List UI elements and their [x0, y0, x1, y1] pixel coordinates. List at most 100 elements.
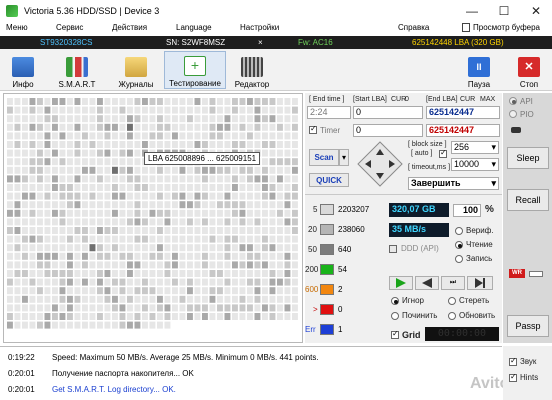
- quick-button[interactable]: QUICK: [309, 173, 349, 187]
- erase-radio[interactable]: [448, 297, 456, 305]
- menu-item-settings[interactable]: Настройки: [240, 23, 279, 32]
- end-max-label[interactable]: MAX: [480, 96, 495, 103]
- map-block: [22, 115, 28, 123]
- map-block: [194, 132, 201, 140]
- map-block: [284, 115, 291, 123]
- strip-close-icon[interactable]: ×: [258, 38, 263, 47]
- sound-checkbox[interactable]: [509, 356, 517, 366]
- map-block: [157, 252, 163, 260]
- maximize-icon[interactable]: ☐: [488, 0, 520, 22]
- map-block: [97, 149, 103, 157]
- map-block: [14, 184, 21, 191]
- logs-button[interactable]: Журналы: [116, 51, 156, 89]
- verify-radio[interactable]: [455, 227, 463, 235]
- menu-item-service[interactable]: Сервис: [56, 23, 83, 32]
- map-block: [112, 227, 118, 234]
- map-block: [37, 192, 43, 200]
- passport-button[interactable]: Passp: [507, 315, 549, 337]
- log-row: 0:19:22 Speed: Maximum 50 MB/s. Average …: [0, 350, 502, 364]
- play-button[interactable]: [389, 276, 413, 290]
- map-block: [89, 184, 96, 191]
- map-block: [112, 175, 118, 183]
- recall-button[interactable]: Recall: [507, 189, 549, 211]
- ddd-api-checkbox[interactable]: [389, 245, 397, 253]
- menu-bar: Меню Сервис Действия Language Настройки …: [0, 22, 552, 36]
- minimize-icon[interactable]: —: [456, 0, 488, 22]
- back-button[interactable]: [415, 276, 439, 290]
- clipboard-view-button[interactable]: Просмотр буфера: [462, 23, 540, 32]
- close-icon[interactable]: ✕: [520, 0, 552, 22]
- map-block: [89, 175, 96, 183]
- finish-action-select[interactable]: Завершить ▾: [408, 177, 499, 190]
- ignore-radio[interactable]: [391, 297, 399, 305]
- scan-button[interactable]: Scan: [309, 149, 339, 166]
- block-size-select[interactable]: 256 ▾: [451, 141, 499, 154]
- map-block: [89, 218, 96, 226]
- end-cur-label[interactable]: CUR: [460, 96, 475, 103]
- pio-radio[interactable]: [509, 110, 517, 118]
- map-block: [119, 115, 126, 123]
- start-cur-label[interactable]: CUR: [391, 96, 406, 103]
- map-block: [29, 123, 36, 131]
- map-block: [187, 218, 193, 226]
- stat-color-box: [320, 284, 334, 295]
- map-block: [112, 123, 118, 131]
- api-radio[interactable]: [509, 97, 517, 105]
- map-block: [232, 175, 238, 183]
- log-message: Получение паспорта накопителя... OK: [52, 368, 194, 378]
- timer-checkbox[interactable]: [309, 124, 317, 134]
- skip-button[interactable]: ⏭: [441, 276, 465, 290]
- map-block: [29, 175, 36, 183]
- map-block: [217, 98, 223, 105]
- map-block: [149, 166, 156, 174]
- map-block: [247, 227, 253, 234]
- write-radio[interactable]: [455, 255, 463, 263]
- menu-item-menu[interactable]: Меню: [6, 23, 28, 32]
- map-block: [202, 270, 208, 277]
- map-block: [164, 166, 171, 174]
- map-block: [74, 123, 81, 131]
- end-lba-field[interactable]: 625142447: [426, 106, 500, 119]
- map-block: [44, 123, 51, 131]
- map-block: [209, 235, 216, 243]
- end-button[interactable]: [467, 276, 493, 290]
- map-block: [224, 98, 231, 105]
- hints-checkbox[interactable]: [509, 372, 517, 382]
- read-radio[interactable]: [455, 241, 463, 249]
- repair-radio[interactable]: [391, 312, 399, 320]
- map-block: [82, 244, 88, 252]
- direction-pad[interactable]: [357, 141, 403, 187]
- surface-map[interactable]: LBA 625008896 ... 625009151: [3, 93, 303, 343]
- editor-button[interactable]: Редактор: [232, 51, 272, 89]
- map-block: [202, 209, 208, 217]
- map-block: [262, 313, 268, 320]
- map-block: [194, 235, 201, 243]
- stop-button[interactable]: ✕ Стоп: [512, 51, 546, 89]
- timeout-select[interactable]: 10000 ▾: [451, 158, 499, 171]
- grid-checkbox[interactable]: [391, 329, 399, 339]
- write-switch[interactable]: [529, 271, 543, 277]
- pause-button[interactable]: II Пауза: [462, 51, 496, 89]
- sleep-button[interactable]: Sleep: [507, 147, 549, 169]
- block-size-auto-checkbox[interactable]: [439, 148, 447, 158]
- end-time-field[interactable]: 2:24: [307, 106, 351, 119]
- menu-item-actions[interactable]: Действия: [112, 23, 147, 32]
- map-block: [104, 227, 111, 234]
- stat-count: 238060: [338, 225, 365, 234]
- timer-field[interactable]: 0: [353, 124, 423, 137]
- menu-item-language[interactable]: Language: [176, 23, 212, 32]
- menu-item-help[interactable]: Справка: [398, 23, 429, 32]
- start-lba-field[interactable]: 0: [353, 106, 423, 119]
- scan-dropdown-icon[interactable]: ▾: [339, 149, 349, 166]
- refresh-radio[interactable]: [448, 312, 456, 320]
- testing-button[interactable]: + Тестирование: [164, 51, 226, 89]
- map-block: [22, 209, 28, 217]
- map-block: [142, 132, 148, 140]
- map-block: [22, 166, 28, 174]
- start-zero-label[interactable]: 0: [405, 96, 409, 103]
- info-button[interactable]: Инфо: [6, 51, 40, 89]
- map-block: [22, 295, 28, 303]
- map-block: [179, 235, 186, 243]
- map-block: [217, 209, 223, 217]
- smart-button[interactable]: S.M.A.R.T: [56, 51, 98, 89]
